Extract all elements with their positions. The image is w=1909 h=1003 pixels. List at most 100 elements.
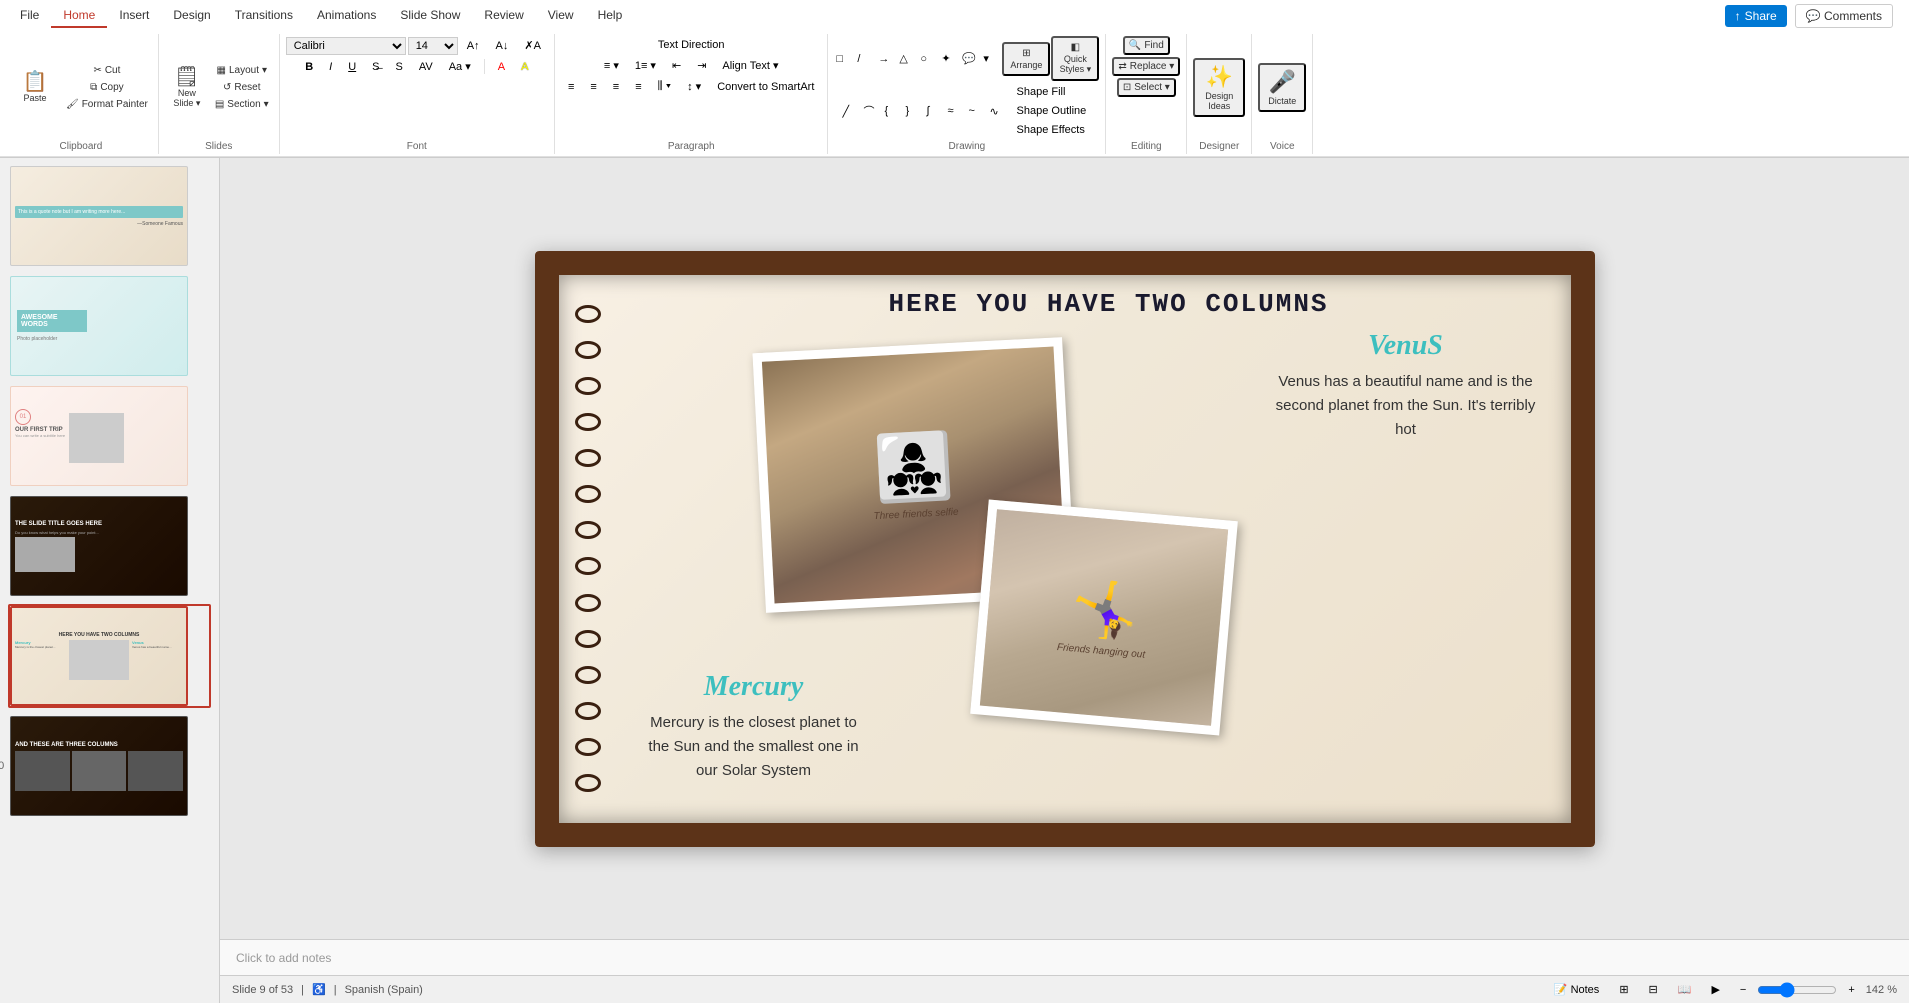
section-button[interactable]: ▤ Section ▾ (211, 97, 273, 112)
slide-thumbnail-9[interactable]: 9 HERE YOU HAVE TWO COLUMNS Mercury Merc… (8, 604, 211, 708)
convert-smartart-button[interactable]: Convert to SmartArt (710, 78, 821, 96)
zoom-out-button[interactable]: − (1733, 981, 1753, 999)
accessibility-icon[interactable]: ♿ (312, 983, 326, 996)
quick-styles-button[interactable]: ◧ QuickStyles ▾ (1051, 36, 1099, 81)
copy-button[interactable]: ⧉ Copy (62, 80, 152, 95)
shape-more[interactable]: ▾ (981, 50, 1001, 67)
numbering-button[interactable]: 1≡ ▾ (628, 56, 663, 75)
shape-effects-button[interactable]: Shape Effects (1010, 121, 1094, 139)
view-reading-button[interactable]: 📖 (1671, 980, 1699, 999)
spiral-binding (575, 275, 605, 823)
shape-outline-button[interactable]: Shape Outline (1010, 102, 1094, 120)
notes-button[interactable]: 📝 Notes (1547, 980, 1607, 999)
line-spacing-button[interactable]: ↕ ▾ (680, 77, 708, 96)
paste-button[interactable]: 📋 Paste (10, 68, 60, 107)
slide-thumbnail-6[interactable]: 6 AWESOMEWORDS Photo placeholder (8, 274, 211, 378)
align-left-button[interactable]: ≡ (561, 78, 581, 96)
slide-thumbnail-10[interactable]: 10 AND THESE ARE THREE COLUMNS (8, 714, 211, 818)
comments-button[interactable]: 💬 Comments (1795, 4, 1893, 28)
underline-button[interactable]: U (341, 58, 363, 76)
tab-animations[interactable]: Animations (305, 4, 388, 28)
increase-font-button[interactable]: A↑ (460, 37, 487, 55)
ribbon-controls: 📋 Paste ✂ Cut ⧉ Copy 🖌 Format Painter (0, 32, 1909, 157)
shadow-button[interactable]: S (389, 58, 410, 76)
highlight-button[interactable]: A (514, 58, 535, 76)
layout-button[interactable]: ▦ Layout ▾ (211, 63, 273, 78)
spiral-ring-11 (575, 666, 601, 684)
change-case-button[interactable]: Aa ▾ (442, 57, 478, 76)
columns-button[interactable]: ⫼ ▾ (651, 77, 678, 96)
shape-b4[interactable]: } (904, 101, 924, 121)
align-center-button[interactable]: ≡ (583, 78, 603, 96)
shape-b5[interactable]: ∫ (925, 101, 945, 121)
shape-b1[interactable]: ╱ (841, 101, 861, 121)
reset-button[interactable]: ↺ Reset (211, 80, 273, 95)
dictate-button[interactable]: 🎤 Dictate (1258, 63, 1306, 112)
decrease-indent-button[interactable]: ⇤ (665, 56, 688, 75)
strikethrough-button[interactable]: S̶ (365, 58, 386, 76)
decrease-font-button[interactable]: A↓ (489, 37, 516, 55)
notes-area[interactable]: Click to add notes (220, 939, 1909, 975)
shape-line[interactable]: / (855, 50, 875, 67)
photo-2-emoji: 🤸‍♀️ (1068, 575, 1140, 644)
zoom-in-button[interactable]: + (1841, 981, 1861, 999)
shape-b3[interactable]: { (883, 101, 903, 121)
shape-star[interactable]: ✦ (939, 50, 959, 67)
tab-insert[interactable]: Insert (107, 4, 161, 28)
paragraph-content: Text Direction ≡ ▾ 1≡ ▾ ⇤ ⇥ Align Text ▾… (561, 36, 821, 139)
tab-slideshow[interactable]: Slide Show (388, 4, 472, 28)
slide-thumbnail-7[interactable]: 7 01 OUR FIRST TRIP You can write a subt… (8, 384, 211, 488)
shape-rect[interactable]: □ (834, 50, 854, 67)
tab-transitions[interactable]: Transitions (223, 4, 305, 28)
view-slide-sorter-button[interactable]: ⊟ (1642, 980, 1665, 999)
tab-home[interactable]: Home (51, 4, 107, 28)
align-text-button[interactable]: Align Text ▾ (715, 56, 785, 75)
paragraph-row1: Text Direction (651, 36, 732, 54)
tab-review[interactable]: Review (472, 4, 535, 28)
increase-indent-button[interactable]: ⇥ (690, 56, 713, 75)
cut-button[interactable]: ✂ Cut (62, 63, 152, 78)
justify-button[interactable]: ≡ (628, 78, 648, 96)
font-content: Calibri 14 A↑ A↓ ✗A B I U S̶ S AV Aa (286, 36, 548, 139)
font-color-button[interactable]: A (491, 58, 512, 76)
font-family-select[interactable]: Calibri (286, 37, 406, 55)
shape-b6[interactable]: ≈ (946, 101, 966, 121)
new-slide-button[interactable]: 🗒 NewSlide ▾ (165, 63, 209, 113)
italic-button[interactable]: I (322, 58, 339, 76)
find-button[interactable]: 🔍 Find (1123, 36, 1170, 55)
zoom-slider[interactable] (1757, 982, 1837, 998)
group-font: Calibri 14 A↑ A↓ ✗A B I U S̶ S AV Aa (280, 34, 555, 154)
bold-button[interactable]: B (298, 58, 320, 76)
replace-button[interactable]: ⇄ Replace ▾ (1112, 57, 1180, 76)
shape-b8[interactable]: ∿ (988, 101, 1008, 121)
shape-callout[interactable]: 💬 (960, 50, 980, 67)
zoom-bar: − + 142 % (1733, 981, 1897, 999)
slide-thumbnail-5[interactable]: 5 This is a quote note but I am writing … (8, 164, 211, 268)
design-ideas-button[interactable]: ✨ DesignIdeas (1193, 58, 1245, 117)
shape-circle[interactable]: ○ (918, 50, 938, 67)
shape-b7[interactable]: ~ (967, 101, 987, 121)
shape-tri[interactable]: △ (897, 50, 917, 67)
clear-format-button[interactable]: ✗A (517, 36, 548, 55)
arrange-button[interactable]: ⊞ Arrange (1002, 42, 1050, 76)
tab-file[interactable]: File (8, 4, 51, 28)
format-painter-button[interactable]: 🖌 Format Painter (62, 97, 152, 112)
char-spacing-button[interactable]: AV (412, 58, 440, 76)
shape-fill-button[interactable]: Shape Fill (1010, 83, 1094, 101)
font-size-select[interactable]: 14 (408, 37, 458, 55)
tab-design[interactable]: Design (161, 4, 222, 28)
language-status[interactable]: Spanish (Spain) (345, 984, 423, 996)
slide-thumbnail-8[interactable]: 8 THE SLIDE TITLE GOES HERE Do you know … (8, 494, 211, 598)
shape-arrow[interactable]: → (876, 50, 896, 67)
view-presenter-button[interactable]: ▶ (1704, 980, 1726, 999)
align-right-button[interactable]: ≡ (606, 78, 626, 96)
bullets-button[interactable]: ≡ ▾ (597, 56, 626, 75)
shape-b2[interactable]: ⌒ (862, 101, 882, 121)
drawing-row2: ╱ ⌒ { } ∫ ≈ ~ ∿ Shape Fill Shape Outline… (841, 83, 1094, 139)
share-button[interactable]: ↑ Share (1725, 5, 1787, 27)
select-button[interactable]: ⊡ Select ▾ (1117, 78, 1176, 97)
text-direction-button[interactable]: Text Direction (651, 36, 732, 54)
tab-help[interactable]: Help (586, 4, 635, 28)
tab-view[interactable]: View (536, 4, 586, 28)
view-normal-button[interactable]: ⊞ (1612, 980, 1635, 999)
